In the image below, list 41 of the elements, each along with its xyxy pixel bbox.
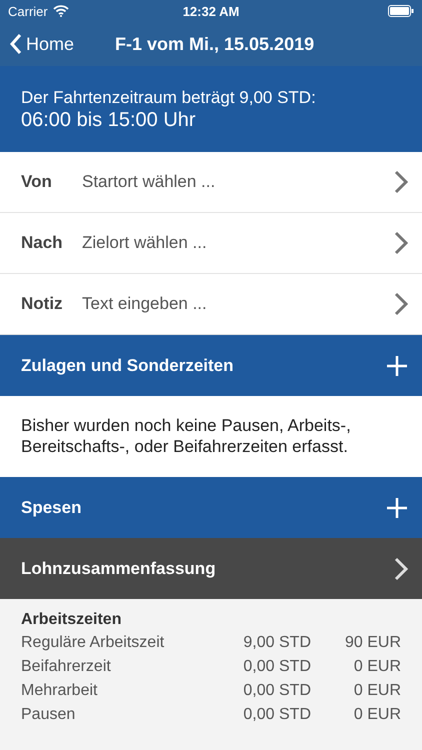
table-cell-text: 90 EUR [344,633,401,653]
screen-title: F-1 vom Mi., 15.05.2019 [115,34,314,54]
field-placeholder: Text eingeben ... [82,294,208,314]
chevron-right-icon [394,556,408,580]
form-row[interactable]: Von Startort wählen ... [0,152,422,213]
form-row[interactable]: Nach Zielort wählen ... [0,213,422,274]
form-row[interactable]: Notiz Text eingeben ... [0,274,422,335]
field-label: Nach [21,233,64,253]
table-cell-text: 0,00 STD [242,681,311,701]
chevron-right-icon [394,170,408,194]
section-header[interactable]: Zulagen und Sonderzeiten [0,335,422,396]
empty-note: Bisher wurden noch keine Pausen, Arbeits-, Bereitschafts-, oder Beifahrerzeiten erfasst. [0,396,422,477]
table-cell-text: 0 EUR [352,705,401,725]
table-cell-text: 0,00 STD [242,705,311,725]
status-time: 12:32 AM [182,4,240,18]
chevron-right-icon [394,231,408,255]
table-heading: Arbeitszeiten [21,611,122,629]
table-cell-text: 9,00 STD [242,633,311,653]
carrier-name: Carrier [8,4,48,18]
table-cell-text: 0 EUR [352,657,401,677]
field-label: Von [21,172,53,192]
table-cell-text: Reguläre Arbeitszeit [21,633,166,653]
section-header[interactable]: Spesen [0,477,422,538]
chevron-left-icon [10,34,22,54]
section-header[interactable]: Lohnzusammenfassung [0,538,422,599]
table-cell-text: 0 EUR [352,681,401,701]
time-range: 06:00 bis 15:00 Uhr [21,109,197,132]
wifi-icon [52,5,69,17]
table-cell-text: Mehrarbeit [21,681,98,701]
field-placeholder: Zielort wählen ... [82,233,208,253]
plus-icon [386,496,408,518]
back-button[interactable]: Home [10,34,115,54]
field-placeholder: Startort wählen ... [82,172,216,192]
field-label: Notiz [21,294,64,314]
battery-icon [388,5,414,17]
table-cell-text: Beifahrerzeit [21,657,112,677]
table-cell-text: 0,00 STD [242,657,311,677]
table-cell-text: Pausen [21,705,76,725]
chevron-right-icon [394,292,408,316]
period-text: Der Fahrtenzeitraum beträgt 9,00 STD: [21,88,317,108]
plus-icon [386,354,408,376]
